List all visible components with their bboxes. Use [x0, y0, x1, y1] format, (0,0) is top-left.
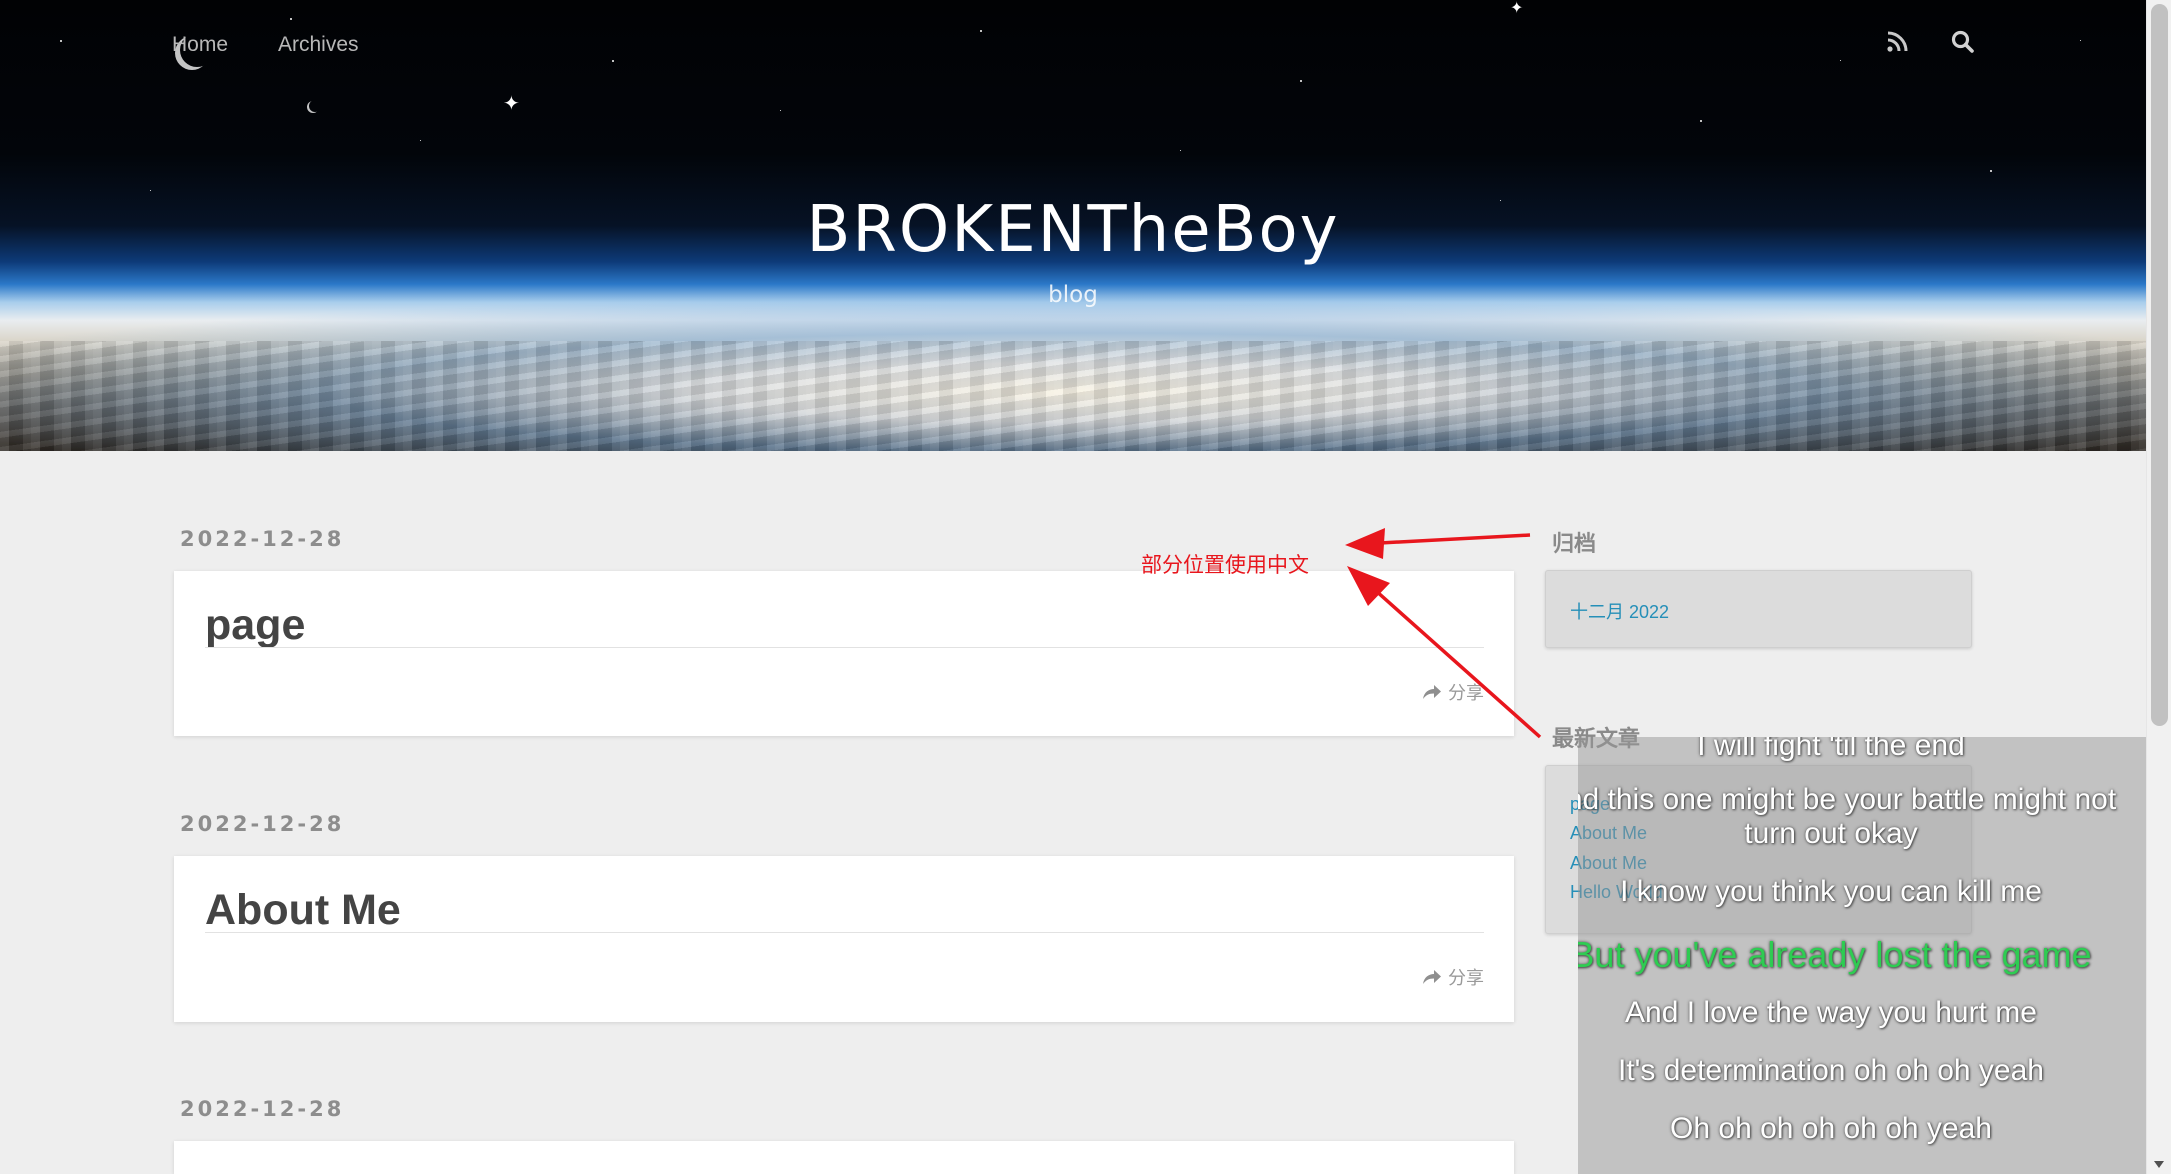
star [2080, 40, 2081, 41]
star [1300, 80, 1302, 82]
post-divider [205, 932, 1484, 933]
share-button[interactable]: 分享 [1422, 964, 1484, 990]
star-glint: ✦ [503, 91, 520, 115]
post-date: 2022-12-28 [180, 1097, 345, 1121]
post-date: 2022-12-28 [180, 527, 345, 551]
annotation-label: 部分位置使用中文 [1141, 553, 1309, 577]
banner-clouds [0, 341, 2146, 451]
archive-widget-title: 归档 [1552, 532, 1597, 557]
post-card [174, 1141, 1514, 1174]
star [420, 140, 421, 141]
star [980, 30, 982, 32]
post-title-link[interactable]: About Me [205, 886, 401, 935]
search-icon[interactable] [1949, 28, 1977, 56]
nav-archives-link[interactable]: Archives [278, 33, 359, 57]
star [780, 110, 781, 111]
star-glint: ✦ [1510, 0, 1524, 17]
star [150, 190, 151, 191]
star [1990, 170, 1992, 172]
lyrics-overlay: I will fight 'til the end And this one m… [1578, 737, 2171, 1174]
archive-month-link[interactable]: 十二月 2022 [1570, 598, 1669, 624]
post-card: page 分享 [174, 571, 1514, 736]
scroll-down-arrow-icon[interactable] [2154, 1161, 2164, 1168]
share-label: 分享 [1448, 683, 1484, 704]
post-date: 2022-12-28 [180, 812, 345, 836]
lyric-line: And this one might be your battle might … [1578, 783, 2117, 816]
post-card: About Me 分享 [174, 856, 1514, 1022]
rss-icon[interactable] [1883, 28, 1911, 56]
star [1180, 150, 1181, 151]
star [60, 40, 62, 42]
star [290, 18, 292, 20]
share-icon [1423, 970, 1441, 984]
lyric-line: turn out okay [1744, 817, 1918, 850]
moon [309, 100, 321, 112]
scrollbar-thumb[interactable] [2151, 4, 2168, 726]
lyric-line: It's determination oh oh oh yeah [1617, 1054, 2044, 1087]
post-title-link[interactable]: page [205, 601, 305, 650]
lyric-line: And I love the way you hurt me [1625, 996, 2037, 1029]
page-scrollbar[interactable] [2146, 0, 2171, 1174]
star [612, 60, 614, 62]
share-icon [1423, 685, 1441, 699]
site-subtitle: blog [1048, 282, 1098, 308]
lyric-line: I will fight 'til the end [1697, 737, 1965, 762]
star [1840, 60, 1841, 61]
share-label: 分享 [1448, 968, 1484, 989]
lyric-line-current: But you've already lost the game [1578, 934, 2092, 975]
lyric-line: Oh oh oh oh oh oh yeah [1670, 1112, 1992, 1145]
header-banner: ✦ ✦ Home Archives BROKENTheBoy blog [0, 0, 2146, 451]
archive-widget: 十二月 2022 [1545, 570, 1972, 648]
post-divider [205, 647, 1484, 648]
star [1700, 120, 1702, 122]
lyric-line: I know you think you can kill me [1620, 875, 2042, 908]
nav-home-link[interactable]: Home [172, 33, 228, 57]
share-button[interactable]: 分享 [1422, 679, 1484, 705]
site-title[interactable]: BROKENTheBoy [0, 193, 2146, 267]
